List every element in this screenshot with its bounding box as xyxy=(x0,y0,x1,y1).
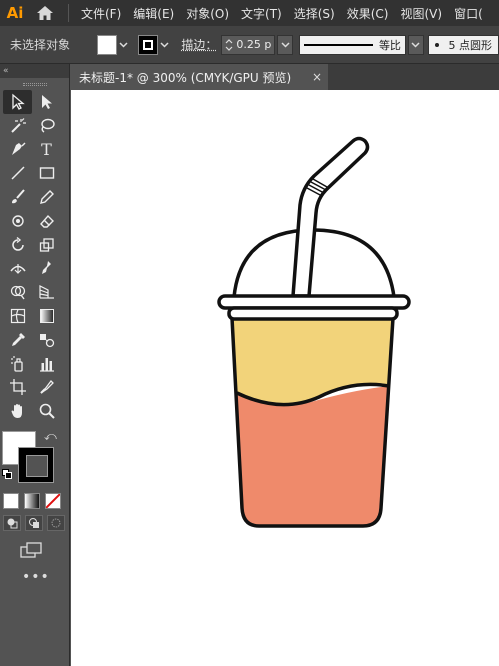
stroke-color-swatch[interactable] xyxy=(138,34,158,55)
cup-lid-rim xyxy=(217,294,411,310)
line-segment-tool-icon[interactable] xyxy=(3,161,32,185)
width-tool-icon[interactable] xyxy=(3,257,32,281)
default-fill-stroke-icon[interactable] xyxy=(2,469,12,480)
menu-object[interactable]: 对象(O) xyxy=(180,5,235,22)
shape-builder-tool-icon[interactable] xyxy=(3,280,32,304)
eraser-tool-icon[interactable] xyxy=(32,209,61,233)
stroke-swatch-inner xyxy=(143,39,154,50)
tools-panel: « T ⤺ ••• xyxy=(0,64,70,666)
app-logo: Ai xyxy=(6,4,24,22)
stroke-swatch[interactable] xyxy=(18,447,54,484)
home-icon[interactable] xyxy=(30,0,60,26)
chevron-down-icon[interactable] xyxy=(158,36,172,54)
control-bar: 未选择对象 描边： 0.25 p 等比 5 点圆形 xyxy=(0,26,499,64)
menu-edit[interactable]: 编辑(E) xyxy=(127,5,180,22)
menu-effect[interactable]: 效果(C) xyxy=(341,5,395,22)
artboard-tool-icon[interactable] xyxy=(3,376,32,400)
mesh-tool-icon[interactable] xyxy=(3,304,32,328)
brush-definition[interactable]: 5 点圆形 xyxy=(427,34,499,55)
eyedropper-tool-icon[interactable] xyxy=(3,328,32,352)
pencil-tool-icon[interactable] xyxy=(32,185,61,209)
color-mode-row xyxy=(0,493,69,510)
perspective-grid-tool-icon[interactable] xyxy=(32,280,61,304)
chevron-down-icon[interactable] xyxy=(117,36,131,54)
zoom-tool-icon[interactable] xyxy=(32,399,61,423)
type-tool-icon[interactable]: T xyxy=(32,138,61,162)
document-tab-bar: 未标题-1* @ 300% (CMYK/GPU 预览) × xyxy=(71,64,499,90)
rectangle-tool-icon[interactable] xyxy=(32,161,61,185)
stroke-weight-value: 0.25 p xyxy=(236,38,272,51)
lasso-tool-icon[interactable] xyxy=(32,114,61,138)
fill-color-swatch[interactable] xyxy=(97,34,117,55)
menu-file[interactable]: 文件(F) xyxy=(75,5,127,22)
panel-grip[interactable] xyxy=(0,78,69,90)
menu-view[interactable]: 视图(V) xyxy=(394,5,448,22)
gradient-tool-icon[interactable] xyxy=(32,304,61,328)
slice-tool-icon[interactable] xyxy=(32,376,61,400)
bubble-tea-artwork[interactable] xyxy=(71,90,499,666)
profile-label: 等比 xyxy=(378,38,401,52)
chevron-down-icon[interactable] xyxy=(277,34,293,55)
drawing-modes-row xyxy=(0,515,69,532)
stepper-icon[interactable] xyxy=(225,38,233,52)
paintbrush-tool-icon[interactable] xyxy=(3,185,32,209)
cup-rim xyxy=(227,306,399,321)
menu-window[interactable]: 窗口( xyxy=(448,5,489,22)
fill-stroke-controls: ⤺ xyxy=(0,427,69,487)
puppet-warp-tool-icon[interactable] xyxy=(32,257,61,281)
draw-behind-icon[interactable] xyxy=(25,515,43,532)
chevron-down-icon[interactable] xyxy=(407,34,424,55)
menu-select[interactable]: 选择(S) xyxy=(288,5,341,22)
hand-tool-icon[interactable] xyxy=(3,399,32,423)
swap-fill-stroke-icon[interactable]: ⤺ xyxy=(44,429,57,444)
scale-tool-icon[interactable] xyxy=(32,233,61,257)
illustrator-window: Ai 文件(F) 编辑(E) 对象(O) 文字(T) 选择(S) 效果(C) 视… xyxy=(0,0,499,666)
artboard-canvas[interactable] xyxy=(71,90,499,666)
gradient-mode-button[interactable] xyxy=(24,493,40,510)
collapse-panel-icon[interactable]: « xyxy=(3,66,9,76)
brush-dot-icon xyxy=(434,42,439,47)
blend-tool-icon[interactable] xyxy=(32,328,61,352)
document-tab[interactable]: 未标题-1* @ 300% (CMYK/GPU 预览) × xyxy=(71,64,328,90)
rotate-tool-icon[interactable] xyxy=(3,233,32,257)
draw-inside-icon[interactable] xyxy=(47,515,65,532)
shaper-tool-icon[interactable] xyxy=(3,209,32,233)
type-tool-glyph: T xyxy=(41,139,52,159)
symbol-sprayer-tool-icon[interactable] xyxy=(3,352,32,376)
profile-line-preview xyxy=(303,43,373,46)
brush-label: 5 点圆形 xyxy=(448,38,493,52)
color-mode-button[interactable] xyxy=(3,493,19,510)
stroke-label[interactable]: 描边： xyxy=(181,36,217,53)
document-tab-title: 未标题-1* @ 300% (CMYK/GPU 预览) xyxy=(79,70,292,85)
selection-tool-icon[interactable] xyxy=(3,90,32,114)
column-graph-tool-icon[interactable] xyxy=(32,352,61,376)
screen-mode-icon[interactable] xyxy=(18,541,44,559)
edit-toolbar-icon[interactable]: ••• xyxy=(22,569,69,585)
draw-normal-icon[interactable] xyxy=(3,515,21,532)
menu-type[interactable]: 文字(T) xyxy=(235,5,288,22)
tool-grid: T xyxy=(0,90,69,423)
close-icon[interactable]: × xyxy=(312,70,322,84)
direct-selection-tool-icon[interactable] xyxy=(32,90,61,114)
menu-divider xyxy=(68,4,69,22)
tea-lower-layer xyxy=(237,386,389,526)
tools-panel-header: « xyxy=(0,64,69,78)
stroke-weight-field[interactable]: 0.25 p xyxy=(221,34,276,55)
pen-tool-icon[interactable] xyxy=(3,138,32,162)
variable-width-profile[interactable]: 等比 xyxy=(298,34,406,55)
none-slash-icon xyxy=(46,494,60,509)
menu-bar: Ai 文件(F) 编辑(E) 对象(O) 文字(T) 选择(S) 效果(C) 视… xyxy=(0,0,499,26)
magic-wand-tool-icon[interactable] xyxy=(3,114,32,138)
none-mode-button[interactable] xyxy=(45,493,61,510)
selection-status: 未选择对象 xyxy=(10,38,71,52)
